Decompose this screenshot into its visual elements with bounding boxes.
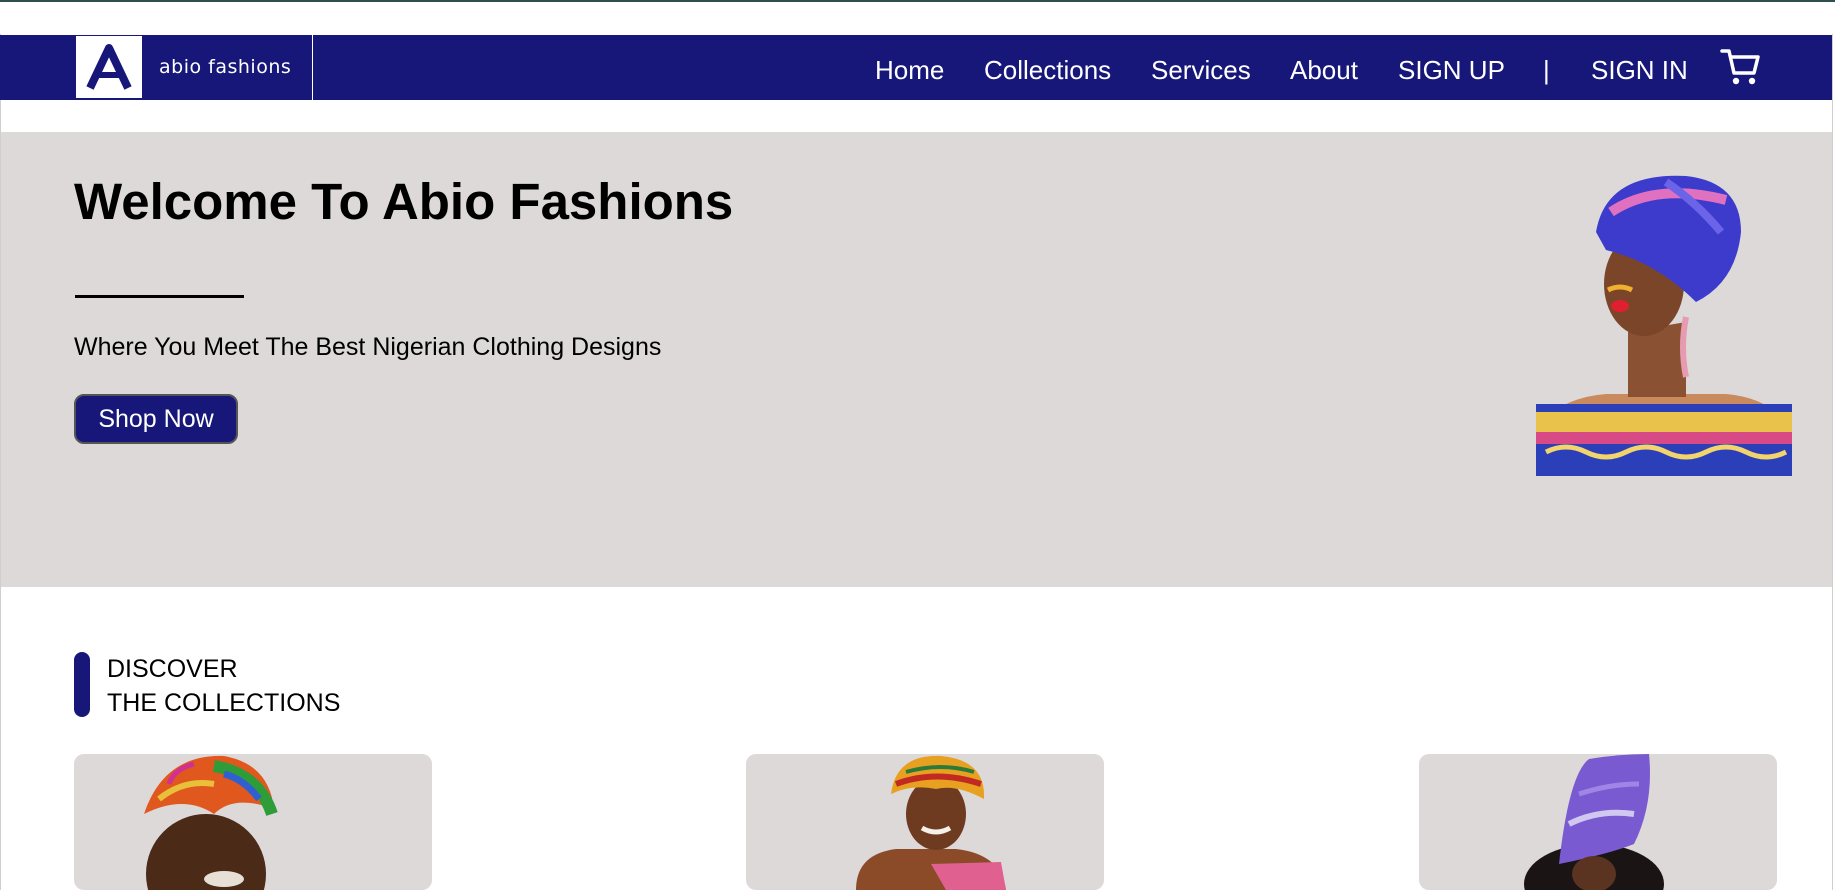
- hero-banner: Welcome To Abio Fashions Where You Meet …: [1, 132, 1833, 587]
- cart-icon[interactable]: [1720, 47, 1762, 87]
- nav-separator: |: [1543, 55, 1550, 85]
- collections-heading-line2: THE COLLECTIONS: [107, 689, 341, 717]
- hero-divider: [75, 295, 244, 298]
- brand-logo[interactable]: abio fashions: [75, 35, 313, 100]
- nav-link-signin[interactable]: SIGN IN: [1591, 55, 1688, 86]
- section-accent-bar: [74, 652, 90, 717]
- nav-link-home[interactable]: Home: [875, 55, 944, 86]
- page-right-border: [1832, 34, 1833, 890]
- nav-link-services[interactable]: Services: [1151, 55, 1251, 86]
- nav-link-signup[interactable]: SIGN UP: [1398, 55, 1505, 86]
- collections-heading-line1: DISCOVER: [107, 655, 238, 683]
- window-top-edge: [0, 0, 1835, 2]
- logo-mark-icon: [76, 36, 142, 98]
- collection-card[interactable]: [746, 754, 1104, 890]
- nav-link-collections[interactable]: Collections: [984, 55, 1111, 86]
- hero-model-image: [1536, 172, 1792, 476]
- collection-card[interactable]: [74, 754, 432, 890]
- collection-card-image: [856, 755, 1006, 890]
- hero-subtitle: Where You Meet The Best Nigerian Clothin…: [74, 333, 662, 361]
- collection-card-image: [144, 755, 278, 890]
- nav-link-about[interactable]: About: [1290, 55, 1358, 86]
- brand-name: abio fashions: [159, 56, 292, 78]
- collections-heading: DISCOVER THE COLLECTIONS: [107, 652, 340, 720]
- hero-title: Welcome To Abio Fashions: [74, 173, 734, 230]
- collection-card-image: [1524, 754, 1664, 890]
- collection-card[interactable]: [1419, 754, 1777, 890]
- top-navbar: abio fashions Home Collections Services …: [0, 35, 1833, 100]
- shop-now-button[interactable]: Shop Now: [74, 394, 238, 444]
